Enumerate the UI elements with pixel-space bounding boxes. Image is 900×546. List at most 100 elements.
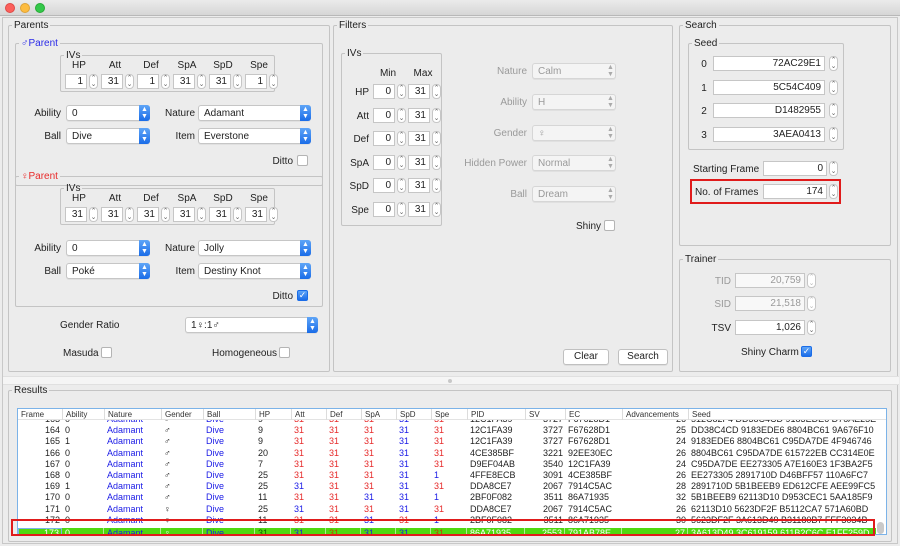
sid-input[interactable]: 21,518 <box>735 296 805 311</box>
iv-input-hp[interactable]: 31 <box>65 207 87 222</box>
clear-button[interactable]: Clear <box>563 349 609 365</box>
filter-iv-max-stepper[interactable]: ⌃ ⌄ <box>432 107 441 123</box>
filter-iv-max-stepper[interactable]: ⌃ ⌄ <box>432 84 441 99</box>
iv-stepper-spd[interactable]: ⌃ ⌄ <box>233 74 242 89</box>
male-item-select[interactable]: Everstone ▲ ▼ <box>198 128 311 144</box>
seed-input-2[interactable]: D1482955 <box>713 103 825 118</box>
filter-gender-select[interactable]: ♀ ▲ ▼ <box>532 125 616 141</box>
table-row[interactable]: 171 0 Adamant ♀ Dive 25 31 31 31 31 31 DDA8CE7 2067 7… <box>18 504 876 515</box>
filter-iv-max-stepper[interactable]: ⌃ ⌄ <box>432 154 441 170</box>
iv-stepper-spa[interactable]: ⌃ ⌄ <box>197 74 206 89</box>
tsv-input[interactable]: 1,026 <box>735 320 805 335</box>
iv-input-spd[interactable]: 31 <box>209 74 231 89</box>
female-nature-select[interactable]: Jolly ▲ ▼ <box>198 240 311 256</box>
table-row[interactable]: 168 0 Adamant ♂ Dive 25 31 31 31 31 1 4FFE8ECB 3091 4… <box>18 470 876 481</box>
column-header-sv[interactable]: SV <box>525 409 565 420</box>
no-of-frames-stepper[interactable]: ⌃ ⌄ <box>829 184 838 199</box>
column-header-att[interactable]: Att <box>291 409 326 420</box>
column-header-spa[interactable]: SpA <box>361 409 396 420</box>
filter-ability-select[interactable]: H ▲ ▼ <box>532 94 616 110</box>
iv-input-spd[interactable]: 31 <box>209 207 231 222</box>
female-ball-select[interactable]: Poké ▲ ▼ <box>66 263 150 279</box>
column-header-ec[interactable]: EC <box>565 409 622 420</box>
filter-iv-min-spd[interactable]: 0 <box>373 178 395 193</box>
seed-stepper-3[interactable]: ⌃ ⌄ <box>829 126 838 142</box>
seed-input-0[interactable]: 72AC29E1 <box>713 56 825 71</box>
column-header-hp[interactable]: HP <box>255 409 291 420</box>
close-window-button[interactable] <box>5 3 15 13</box>
column-header-gender[interactable]: Gender <box>161 409 203 420</box>
sid-stepper[interactable]: ⌃ ⌄ <box>807 296 816 311</box>
filter-iv-max-stepper[interactable]: ⌃ ⌄ <box>432 178 441 193</box>
seed-input-3[interactable]: 3AEA0413 <box>713 126 825 142</box>
seed-stepper-2[interactable]: ⌃ ⌄ <box>829 103 838 118</box>
filter-iv-max-hp[interactable]: 31 <box>408 84 430 99</box>
female-ability-select[interactable]: 0 ▲ ▼ <box>66 240 150 256</box>
column-header-advancements[interactable]: Advancements <box>622 409 688 420</box>
filter-iv-min-stepper[interactable]: ⌃ ⌄ <box>397 84 406 99</box>
column-header-pid[interactable]: PID <box>467 409 525 420</box>
iv-stepper-hp[interactable]: ⌃ ⌄ <box>89 74 98 89</box>
filter-iv-min-stepper[interactable]: ⌃ ⌄ <box>397 178 406 193</box>
iv-stepper-att[interactable]: ⌃ ⌄ <box>125 74 134 89</box>
no-of-frames-input[interactable]: 174 <box>763 184 827 199</box>
male-ball-select[interactable]: Dive ▲ ▼ <box>66 128 150 144</box>
column-header-spd[interactable]: SpD <box>396 409 431 420</box>
filter-iv-min-spe[interactable]: 0 <box>373 201 395 217</box>
column-header-nature[interactable]: Nature <box>104 409 161 420</box>
filter-iv-min-stepper[interactable]: ⌃ ⌄ <box>397 107 406 123</box>
female-item-select[interactable]: Destiny Knot ▲ ▼ <box>198 263 311 279</box>
iv-stepper-spe[interactable]: ⌃ ⌄ <box>269 74 278 89</box>
filter-iv-max-stepper[interactable]: ⌃ ⌄ <box>432 131 441 146</box>
filter-iv-max-def[interactable]: 31 <box>408 131 430 146</box>
column-header-def[interactable]: Def <box>326 409 361 420</box>
male-ability-select[interactable]: 0 ▲ ▼ <box>66 105 150 121</box>
filter-iv-min-spa[interactable]: 0 <box>373 154 395 170</box>
iv-input-spa[interactable]: 31 <box>173 207 195 222</box>
tid-stepper[interactable]: ⌃ ⌄ <box>807 273 816 288</box>
iv-stepper-spe[interactable]: ⌃ ⌄ <box>269 207 278 222</box>
column-header-seed[interactable]: Seed <box>688 409 878 420</box>
filter-ball-select[interactable]: Dream ▲ ▼ <box>532 186 616 202</box>
filter-iv-max-att[interactable]: 31 <box>408 107 430 123</box>
table-row[interactable]: 166 0 Adamant ♂ Dive 20 31 31 31 31 31 4CE385BF 3221… <box>18 448 876 459</box>
iv-input-spe[interactable]: 31 <box>245 207 267 222</box>
filter-iv-min-def[interactable]: 0 <box>373 131 395 146</box>
filter-iv-min-hp[interactable]: 0 <box>373 84 395 99</box>
starting-frame-input[interactable]: 0 <box>763 161 827 176</box>
results-table[interactable]: Frame Ability Nature Gender Ball HP Att Def SpA S… <box>17 408 887 535</box>
filter-iv-min-stepper[interactable]: ⌃ ⌄ <box>397 131 406 146</box>
iv-input-spe[interactable]: 1 <box>245 74 267 89</box>
column-header-spe[interactable]: Spe <box>431 409 467 420</box>
filter-iv-min-stepper[interactable]: ⌃ ⌄ <box>397 154 406 170</box>
iv-stepper-def[interactable]: ⌃ ⌄ <box>161 207 170 222</box>
masuda-checkbox[interactable] <box>101 347 112 358</box>
filter-iv-max-spd[interactable]: 31 <box>408 178 430 193</box>
iv-input-att[interactable]: 31 <box>101 207 123 222</box>
column-header-ball[interactable]: Ball <box>203 409 255 420</box>
homogeneous-checkbox[interactable] <box>279 347 290 358</box>
iv-input-att[interactable]: 31 <box>101 74 123 89</box>
table-row[interactable]: 169 1 Adamant ♂ Dive 25 31 31 31 31 31 DDA8CE7 2067 7… <box>18 481 876 492</box>
seed-stepper-0[interactable]: ⌃ ⌄ <box>829 56 838 71</box>
iv-stepper-spa[interactable]: ⌃ ⌄ <box>197 207 206 222</box>
filter-iv-min-att[interactable]: 0 <box>373 107 395 123</box>
filter-iv-max-stepper[interactable]: ⌃ ⌄ <box>432 201 441 217</box>
column-header-ability[interactable]: Ability <box>62 409 104 420</box>
filter-shiny-checkbox[interactable] <box>604 220 615 231</box>
filter-hidden-power-select[interactable]: Normal ▲ ▼ <box>532 155 616 171</box>
iv-input-hp[interactable]: 1 <box>65 74 87 89</box>
male-ditto-checkbox[interactable] <box>297 155 308 166</box>
iv-stepper-att[interactable]: ⌃ ⌄ <box>125 207 134 222</box>
starting-frame-stepper[interactable]: ⌃ ⌄ <box>829 161 838 176</box>
results-scrollbar[interactable] <box>877 522 884 534</box>
iv-input-def[interactable]: 31 <box>137 207 159 222</box>
male-nature-select[interactable]: Adamant ▲ ▼ <box>198 105 311 121</box>
iv-input-def[interactable]: 1 <box>137 74 159 89</box>
seed-input-1[interactable]: 5C54C409 <box>713 79 825 95</box>
search-button[interactable]: Search <box>618 349 668 365</box>
shiny-charm-checkbox[interactable]: ✓ <box>801 346 812 357</box>
tsv-stepper[interactable]: ⌃ ⌄ <box>807 320 816 335</box>
iv-stepper-spd[interactable]: ⌃ ⌄ <box>233 207 242 222</box>
column-header-frame[interactable]: Frame <box>18 409 62 420</box>
